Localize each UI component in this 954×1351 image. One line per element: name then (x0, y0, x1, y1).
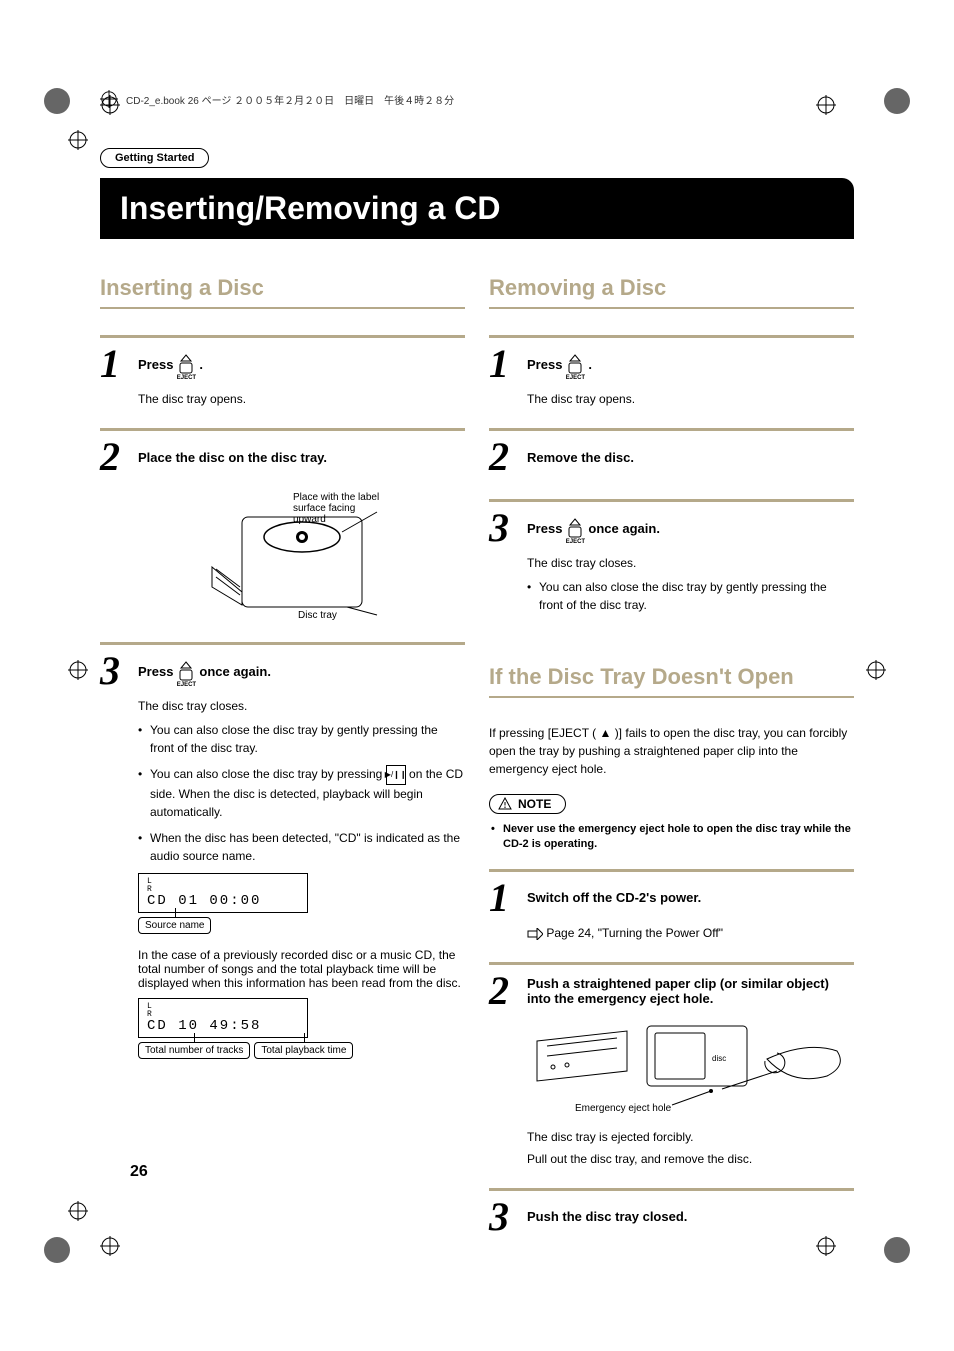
if-tray-step-3: 3 Push the disc tray closed. (489, 1188, 854, 1237)
step-number: 2 (100, 437, 128, 477)
page-number: 26 (130, 1163, 148, 1181)
step-title: Place the disc on the disc tray. (138, 450, 327, 465)
lcd-display-2: LR CD 10 49:58 (138, 998, 308, 1038)
inserting-step-3: 3 Press EJECT once again. The disc tray … (100, 642, 465, 1059)
print-header-text: CD-2_e.book 26 ページ ２００５年２月２０日 日曜日 午後４時２８… (126, 92, 454, 107)
step-body-text: The disc tray opens. (527, 392, 854, 406)
lcd-text: CD 01 00:00 (147, 894, 299, 908)
step-number: 3 (100, 651, 128, 691)
note-label: NOTE (518, 797, 551, 811)
eject-icon: EJECT (177, 353, 195, 375)
left-column: Inserting a Disc 1 Press EJECT . The (100, 267, 465, 1259)
section-tag: Getting Started (100, 148, 209, 168)
step-para2: In the case of a previously recorded dis… (138, 948, 465, 990)
step-title: Remove the disc. (527, 450, 634, 465)
press-suffix: . (588, 357, 592, 372)
press-mid: once again. (588, 521, 660, 536)
if-tray-step-1: 1 Switch off the CD-2's power. Page 24, … (489, 869, 854, 940)
inserting-step-1: 1 Press EJECT . The disc tray opens. (100, 335, 465, 406)
page-title: Inserting/Removing a CD (100, 178, 854, 239)
step-title: Push a straightened paper clip (or simil… (527, 976, 854, 1006)
lcd-display-1: LR CD 01 00:00 (138, 873, 308, 913)
press-text: Press (138, 664, 173, 679)
step-number: 1 (489, 344, 517, 384)
eject-label: EJECT (177, 682, 196, 688)
warning-icon (498, 797, 512, 811)
bullet-item: You can also close the disc tray by gent… (527, 578, 854, 614)
step-number: 3 (489, 1197, 517, 1237)
svg-text:disc: disc (712, 1054, 726, 1063)
press-text: Press (527, 357, 562, 372)
step-title: Switch off the CD-2's power. (527, 890, 701, 905)
illus-label-top: Place with the label surface facing upwa… (293, 492, 388, 525)
step-number: 3 (489, 508, 517, 548)
eject-label: EJECT (566, 375, 585, 381)
bullet-item: You can also close the disc tray by gent… (138, 721, 465, 757)
press-mid: once again. (199, 664, 271, 679)
removing-heading: Removing a Disc (489, 275, 854, 309)
legend-tracks: Total number of tracks (138, 1042, 250, 1059)
step-number: 2 (489, 437, 517, 477)
eject-icon: EJECT (566, 353, 584, 375)
bullet-item: You can also close the disc tray by pres… (138, 765, 465, 821)
removing-step-1: 1 Press EJECT . The disc tray opens. (489, 335, 854, 406)
step-number: 1 (100, 344, 128, 384)
emergency-hole-illustration: disc Emergency eject hole (527, 1021, 854, 1114)
note-item: Never use the emergency eject hole to op… (491, 822, 854, 853)
press-suffix: . (199, 357, 203, 372)
step-body-text-2: Pull out the disc tray, and remove the d… (527, 1152, 854, 1166)
print-header-icon (100, 90, 118, 108)
step-title: Push the disc tray closed. (527, 1209, 687, 1224)
legend-time: Total playback time (254, 1042, 353, 1059)
step-body-text: The disc tray closes. (527, 556, 854, 570)
right-column: Removing a Disc 1 Press EJECT . The d (489, 267, 854, 1259)
eject-label: EJECT (566, 539, 585, 545)
play-pause-icon (386, 765, 406, 785)
inserting-step-2: 2 Place the disc on the disc tray. (100, 428, 465, 620)
step-number: 1 (489, 878, 517, 918)
eject-icon: EJECT (177, 660, 195, 682)
legend-source: Source name (138, 917, 211, 934)
bullet-item: When the disc has been detected, "CD" is… (138, 829, 465, 865)
step-number: 2 (489, 971, 517, 1011)
if-tray-heading: If the Disc Tray Doesn't Open (489, 664, 854, 698)
print-header: CD-2_e.book 26 ページ ２００５年２月２０日 日曜日 午後４時２８… (100, 90, 854, 108)
if-tray-intro: If pressing [EJECT ( ▲ )] fails to open … (489, 724, 854, 778)
lcd-text: CD 10 49:58 (147, 1019, 299, 1033)
step-body-text: The disc tray opens. (138, 392, 465, 406)
note-box: NOTE (489, 794, 566, 814)
step-body-text: The disc tray closes. (138, 699, 465, 713)
press-text: Press (527, 521, 562, 536)
if-tray-step-2: 2 Push a straightened paper clip (or sim… (489, 962, 854, 1166)
press-text: Press (138, 357, 173, 372)
removing-step-2: 2 Remove the disc. (489, 428, 854, 477)
step-body-text-1: The disc tray is ejected forcibly. (527, 1130, 854, 1144)
removing-step-3: 3 Press EJECT once again. The disc tray … (489, 499, 854, 614)
eject-icon: EJECT (566, 517, 584, 539)
inserting-heading: Inserting a Disc (100, 275, 465, 309)
ref-arrow-icon (527, 928, 543, 940)
step-ref: Page 24, "Turning the Power Off" (527, 926, 854, 940)
illus-label-bottom: Disc tray (298, 610, 337, 621)
eject-label: EJECT (177, 375, 196, 381)
disc-tray-illustration: Place with the label surface facing upwa… (138, 487, 465, 620)
